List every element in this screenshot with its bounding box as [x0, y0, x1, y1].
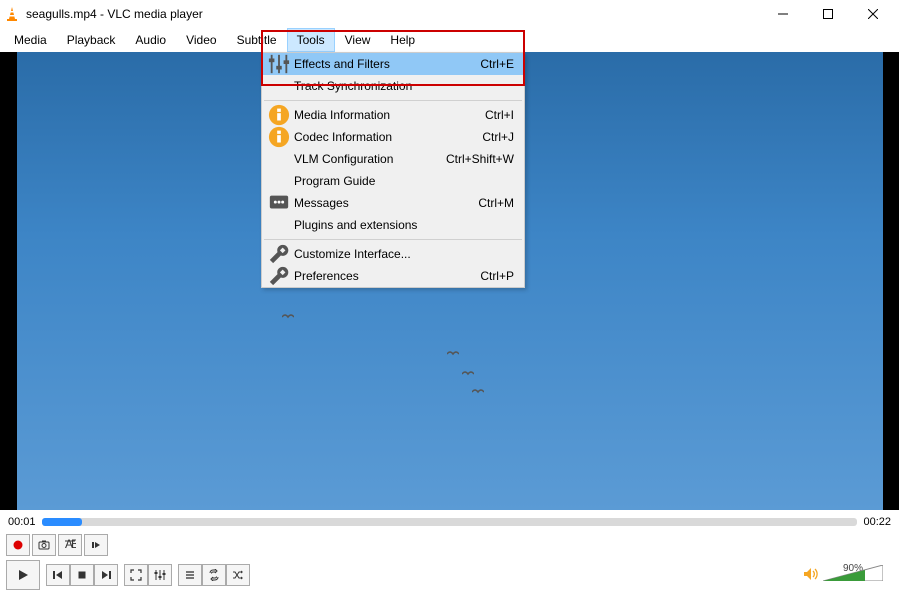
bird-icon — [472, 385, 484, 393]
main-controls: 90% — [6, 560, 893, 590]
menu-view[interactable]: View — [335, 28, 381, 52]
speaker-icon[interactable] — [803, 567, 819, 584]
menu-item-label: Preferences — [290, 269, 480, 283]
menu-item-shortcut: Ctrl+Shift+W — [446, 152, 518, 166]
skip-back-button[interactable] — [46, 564, 70, 586]
menu-item-label: Media Information — [290, 108, 485, 122]
menu-help[interactable]: Help — [380, 28, 425, 52]
menu-item-label: Messages — [290, 196, 478, 210]
menu-item-label: VLM Configuration — [290, 152, 446, 166]
menu-item-media-info[interactable]: Media Information Ctrl+I — [262, 104, 524, 126]
bird-icon — [282, 310, 294, 318]
menu-video[interactable]: Video — [176, 28, 226, 52]
menu-item-effects-filters[interactable]: Effects and Filters Ctrl+E — [262, 53, 524, 75]
menubar: Media Playback Audio Video Subtitle Tool… — [0, 28, 899, 52]
extended-settings-button[interactable] — [148, 564, 172, 586]
seekbar-progress — [42, 518, 83, 526]
snapshot-button[interactable] — [32, 534, 56, 556]
menu-tools[interactable]: Tools — [287, 28, 335, 52]
menu-separator — [264, 100, 522, 101]
menu-item-label: Codec Information — [290, 130, 482, 144]
menu-item-label: Program Guide — [290, 174, 514, 188]
view-group — [124, 564, 172, 586]
menu-item-label: Track Synchronization — [290, 79, 514, 93]
maximize-button[interactable] — [805, 0, 850, 28]
menu-item-program-guide[interactable]: Program Guide — [262, 170, 524, 192]
wrench-icon — [268, 265, 290, 287]
minimize-button[interactable] — [760, 0, 805, 28]
seekbar[interactable] — [42, 518, 858, 526]
info-icon — [268, 104, 290, 126]
menu-item-shortcut: Ctrl+E — [480, 57, 518, 71]
menu-playback[interactable]: Playback — [57, 28, 126, 52]
playlist-button[interactable] — [178, 564, 202, 586]
sliders-icon — [268, 53, 290, 75]
menu-item-customize[interactable]: Customize Interface... — [262, 243, 524, 265]
fullscreen-button[interactable] — [124, 564, 148, 586]
wrench-icon — [268, 243, 290, 265]
time-row: 00:01 00:22 — [0, 512, 899, 532]
menu-item-label: Customize Interface... — [290, 247, 514, 261]
vlc-cone-icon — [4, 6, 20, 22]
menu-item-messages[interactable]: Messages Ctrl+M — [262, 192, 524, 214]
skip-group — [46, 564, 118, 586]
menu-item-preferences[interactable]: Preferences Ctrl+P — [262, 265, 524, 287]
menu-item-shortcut: Ctrl+J — [482, 130, 518, 144]
playlist-group — [178, 564, 250, 586]
menu-media[interactable]: Media — [4, 28, 57, 52]
menu-audio[interactable]: Audio — [125, 28, 176, 52]
menu-item-vlm-config[interactable]: VLM Configuration Ctrl+Shift+W — [262, 148, 524, 170]
menu-item-shortcut: Ctrl+I — [485, 108, 518, 122]
volume-slider[interactable]: 90% — [823, 565, 893, 585]
menu-item-shortcut: Ctrl+M — [478, 196, 518, 210]
atob-loop-button[interactable]: AB — [58, 534, 82, 556]
menu-item-label: Plugins and extensions — [290, 218, 514, 232]
menu-item-shortcut: Ctrl+P — [480, 269, 518, 283]
play-button[interactable] — [6, 560, 40, 590]
bird-icon — [447, 347, 459, 355]
time-total: 00:22 — [863, 516, 891, 528]
close-button[interactable] — [850, 0, 895, 28]
window-controls — [760, 0, 895, 28]
messages-icon — [268, 192, 290, 214]
shuffle-button[interactable] — [226, 564, 250, 586]
volume-area: 90% — [803, 565, 893, 585]
window-title: seagulls.mp4 - VLC media player — [26, 7, 760, 21]
titlebar: seagulls.mp4 - VLC media player — [0, 0, 899, 28]
menu-item-codec-info[interactable]: Codec Information Ctrl+J — [262, 126, 524, 148]
menu-item-track-sync[interactable]: Track Synchronization — [262, 75, 524, 97]
menu-subtitle[interactable]: Subtitle — [227, 28, 287, 52]
loop-button[interactable] — [202, 564, 226, 586]
stop-button[interactable] — [70, 564, 94, 586]
tools-dropdown: Effects and Filters Ctrl+E Track Synchro… — [261, 52, 525, 288]
menu-item-plugins[interactable]: Plugins and extensions — [262, 214, 524, 236]
menu-item-label: Effects and Filters — [290, 57, 480, 71]
secondary-controls: AB — [6, 534, 108, 556]
menu-separator — [264, 239, 522, 240]
skip-forward-button[interactable] — [94, 564, 118, 586]
info-icon — [268, 126, 290, 148]
bird-icon — [462, 367, 474, 375]
frame-step-button[interactable] — [84, 534, 108, 556]
record-button[interactable] — [6, 534, 30, 556]
time-current: 00:01 — [8, 516, 36, 528]
